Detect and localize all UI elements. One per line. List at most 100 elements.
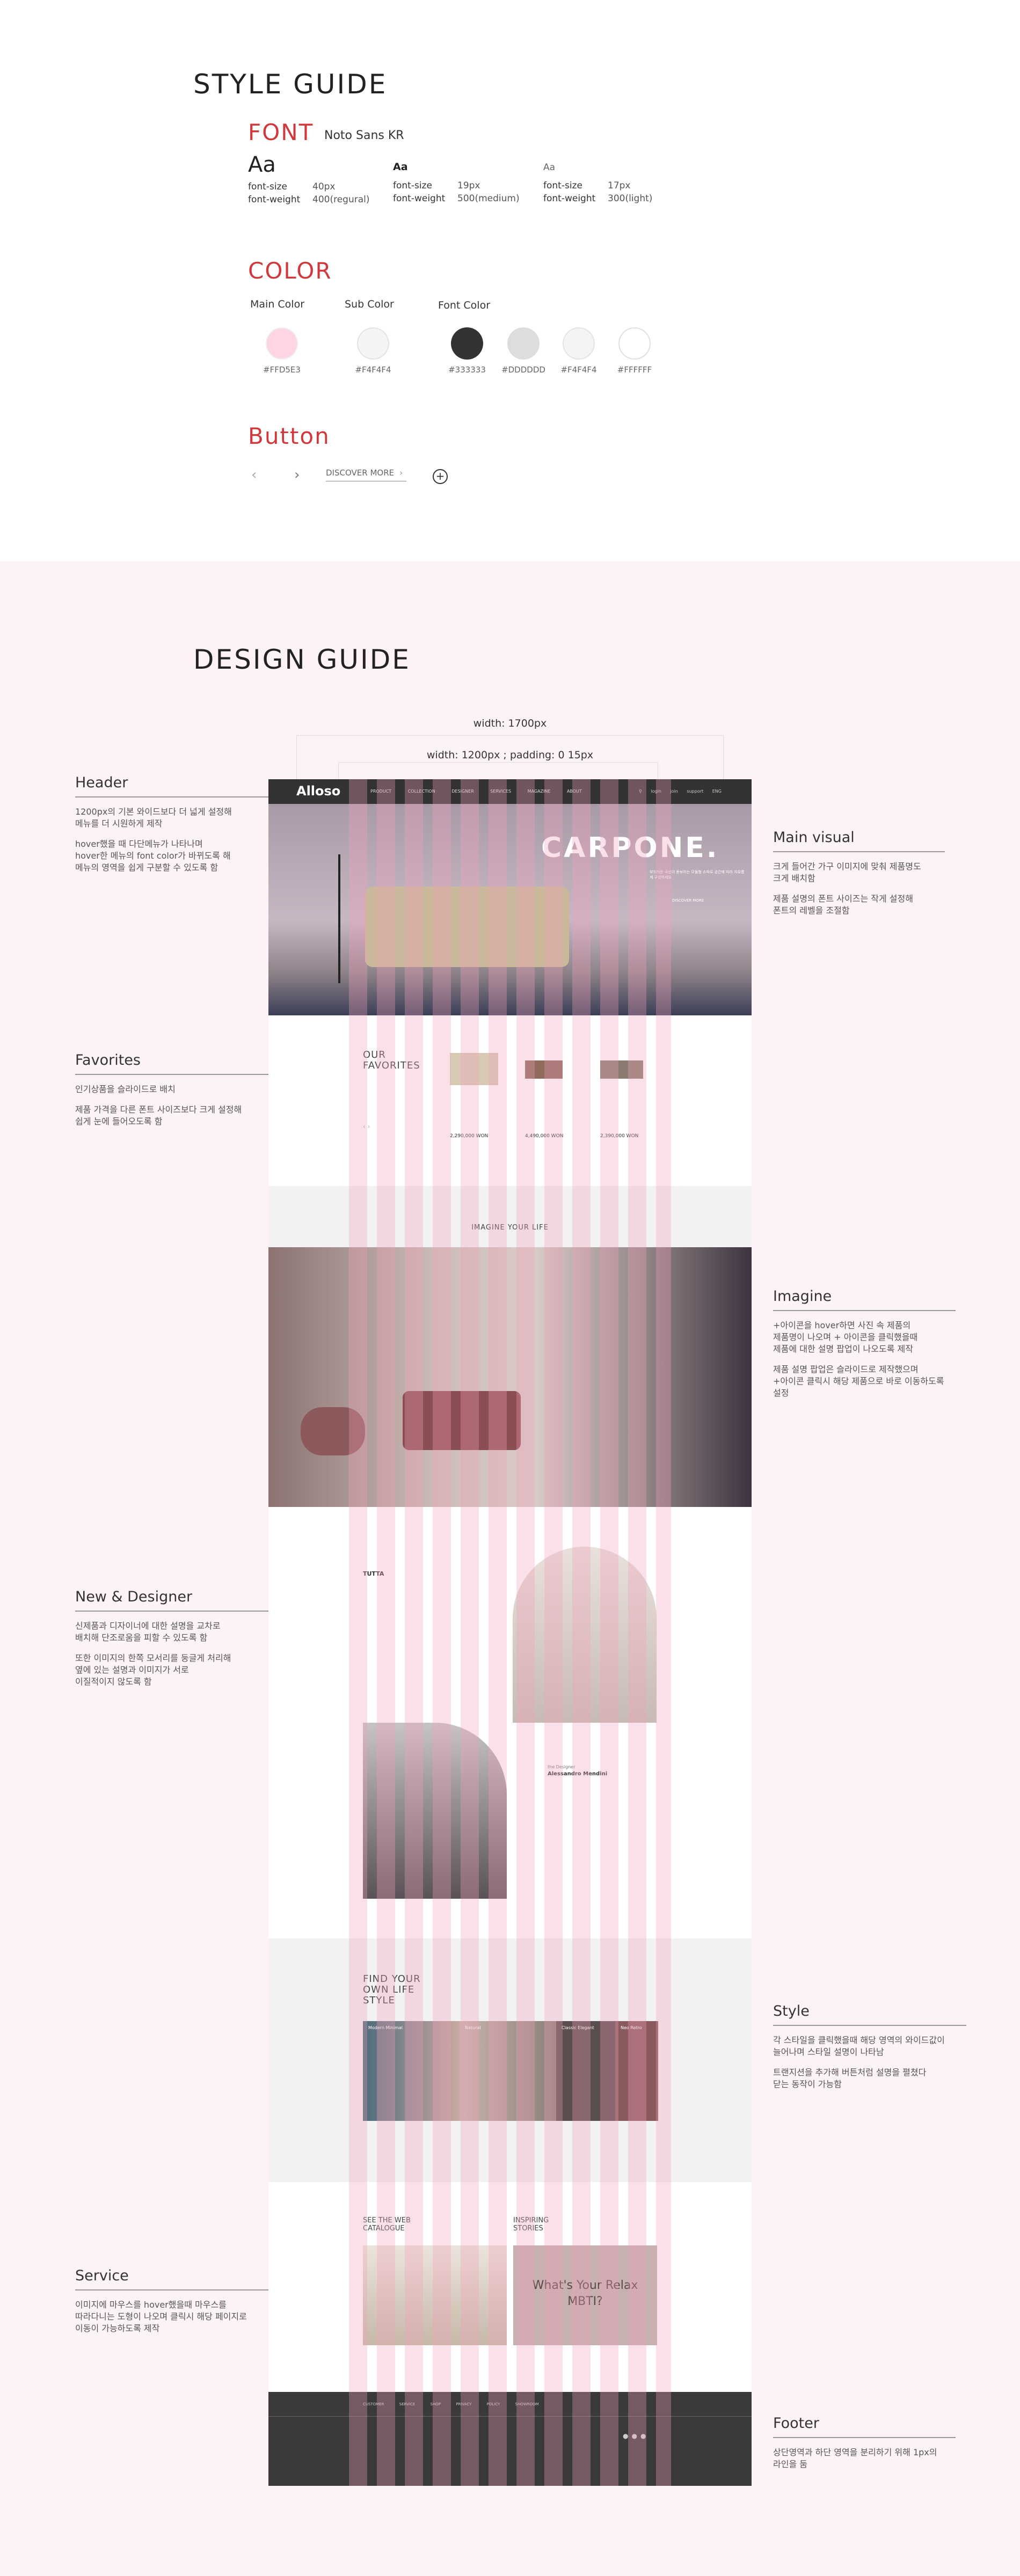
footer-nav[interactable]: CUSTOMER SERVICE SHOP PRIVACY POLICY SHO… (363, 2402, 539, 2406)
favorite-product-image[interactable] (600, 1060, 643, 1079)
lamp-illustration (338, 854, 340, 983)
chevron-right-icon[interactable]: › (294, 467, 300, 483)
site-util-nav[interactable]: ⚲ login join support ENG (639, 789, 722, 794)
catalogue-image[interactable] (363, 2245, 507, 2345)
annotation-main-visual: Main visual 크게 들어간 가구 이미지에 맞춰 제품명도 크게 배치… (773, 829, 966, 917)
favorites-title: OUR FAVORITES (363, 1049, 420, 1071)
favorite-product-image[interactable] (450, 1053, 498, 1085)
annotation-line: 늘어나며 스타일 설명이 나타남 (773, 2047, 884, 2057)
annotation-text: 상단영역과 하단 영역을 분리하기 위해 1px의 라인을 둠 (773, 2447, 966, 2470)
nav-item[interactable]: ABOUT (567, 789, 582, 794)
new-product-image[interactable] (513, 1547, 657, 1723)
annotation-divider (75, 796, 268, 797)
hero-description: 부드러운 곡선이 돋보이는 모듈형 소파로 공간에 따라 자유롭게 구성하세요 (650, 870, 745, 880)
hero-discover-button[interactable]: DISCOVER MORE (672, 898, 704, 903)
util-link[interactable]: login (651, 789, 661, 794)
annotation-text: 인기상품을 슬라이드로 배치 제품 가격을 다른 폰트 사이즈보다 크게 설정해… (75, 1084, 268, 1128)
footer-link[interactable]: CUSTOMER SERVICE (363, 2402, 415, 2406)
button-heading: Button (248, 423, 330, 449)
font-sample-aa: Aa (543, 162, 556, 173)
annotation-line: 크게 배치함 (773, 873, 815, 883)
annotation-text: 1200px의 기본 와이드보다 더 넓게 설정해 메뉴를 더 시원하게 제작 … (75, 806, 268, 874)
annotation-new-designer: New & Designer 신제품과 디자이너에 대한 설명을 교차로 배치해… (75, 1589, 268, 1688)
site-nav[interactable]: PRODUCT COLLECTION DESIGNER SERVICES MAG… (370, 789, 582, 794)
imagine-room-image (268, 1247, 752, 1507)
footer-link[interactable]: PRIVACY POLICY (456, 2402, 500, 2406)
style-card[interactable] (363, 2021, 460, 2121)
mbti-text: What's Your Relax MBTI? (532, 2279, 638, 2308)
nav-item[interactable]: COLLECTION (408, 789, 435, 794)
footer-link[interactable]: SHOWROOM (515, 2402, 539, 2406)
annotation-text: 크게 들어간 가구 이미지에 맞춰 제품명도 크게 배치함 제품 설명의 폰트 … (773, 861, 966, 917)
annotation-divider (75, 1074, 268, 1075)
util-link[interactable]: ENG (712, 789, 722, 794)
font-sample-regular: Aa font-size 40px font-weight 400(regural) (248, 152, 369, 206)
style-card[interactable] (460, 2021, 556, 2121)
font-family-name: Noto Sans KR (324, 129, 404, 142)
nav-item[interactable]: SERVICES (490, 789, 511, 794)
annotation-imagine: Imagine +아이콘을 hover하면 사진 속 제품의 제품명이 나오며 … (773, 1288, 966, 1399)
style-card[interactable] (556, 2021, 615, 2121)
annotation-line: 제품 설명 팝업은 슬라이드로 제작했으며 (773, 1364, 919, 1374)
discover-more-button[interactable]: DISCOVER MORE › (326, 468, 406, 481)
favorites-prev-icon[interactable]: ‹ › (363, 1123, 370, 1130)
annotation-line: 이질적이지 않도록 함 (75, 1677, 152, 1687)
imagine-chair[interactable] (301, 1407, 365, 1455)
search-icon[interactable]: ⚲ (639, 789, 642, 794)
spec-value: 17px (608, 180, 631, 191)
imagine-sofa[interactable] (403, 1391, 521, 1450)
annotation-title: Service (75, 2267, 129, 2284)
site-logo[interactable]: Alloso (296, 784, 340, 799)
chevron-left-icon[interactable]: ‹ (251, 467, 257, 483)
util-link[interactable]: join (670, 789, 677, 794)
annotation-line: 닫는 동작이 가능함 (773, 2079, 842, 2089)
swatch-sub (357, 327, 389, 360)
annotation-service: Service 이미지에 마우스를 hover했을때 마우스를 따라다니는 도형… (75, 2267, 268, 2334)
annotation-divider (773, 2025, 966, 2026)
style-card[interactable] (615, 2021, 658, 2121)
annotation-line: 제품에 대한 설명 팝업이 나오도록 제작 (773, 1344, 913, 1354)
style-card-label: Classic Elegant (562, 2025, 594, 2030)
annotation-line: 신제품과 디자이너에 대한 설명을 교차로 (75, 1621, 221, 1631)
spec-label: font-weight (248, 194, 301, 205)
style-card-label: Modern Minimal (368, 2025, 403, 2030)
style-card-label: Neo Retro (621, 2025, 642, 2030)
favorite-price: 2,290,000 WON (450, 1133, 489, 1139)
annotation-line: 제품명이 나오며 + 아이콘을 클릭했을때 (773, 1332, 918, 1342)
footer-link[interactable]: SHOP (431, 2402, 441, 2406)
swatch-hex: #FFFFFF (617, 365, 652, 375)
annotation-divider (773, 1310, 956, 1311)
color-heading: COLOR (248, 258, 332, 284)
width-inner-label: width: 1200px ; padding: 0 15px (426, 749, 594, 761)
hero-title: CARPONE. (541, 832, 719, 864)
favorite-product-image[interactable] (525, 1060, 563, 1079)
main-color-label: Main Color (250, 298, 305, 310)
social-icons[interactable]: ●●● (623, 2432, 649, 2440)
annotation-line: 쉽게 눈에 들어오도록 함 (75, 1116, 163, 1126)
favorite-price: 2,390,000 WON (600, 1133, 639, 1139)
annotation-title: New & Designer (75, 1589, 193, 1605)
spec-value: 300(light) (608, 193, 653, 204)
font-heading: FONT (248, 119, 314, 145)
designer-portrait (363, 1723, 507, 1899)
style-guide-title: STYLE GUIDE (193, 69, 388, 100)
nav-item[interactable]: PRODUCT (370, 789, 391, 794)
util-link[interactable]: support (687, 789, 703, 794)
annotation-line: 설정 (773, 1388, 789, 1398)
plus-circle-icon[interactable]: + (433, 469, 448, 484)
swatch-main (266, 327, 298, 360)
annotation-line: 배치해 단조로움을 피할 수 있도록 함 (75, 1633, 208, 1643)
annotation-title: Main visual (773, 829, 855, 846)
nav-item[interactable]: DESIGNER (451, 789, 473, 794)
swatch-hex: #DDDDDD (501, 365, 545, 375)
annotation-line: 또한 이미지의 한쪽 모서리를 둥글게 처리해 (75, 1653, 231, 1663)
nav-item[interactable]: MAGAZINE (528, 789, 551, 794)
annotation-line: 메뉴의 영역을 쉽게 구분할 수 있도록 함 (75, 862, 218, 873)
spec-label: font-size (393, 180, 432, 191)
annotation-line: 트랜지션을 추가해 버튼처럼 설명을 펼쳤다 (773, 2067, 927, 2077)
width-outer-label: width: 1700px (473, 718, 547, 729)
annotation-line: 인기상품을 슬라이드로 배치 (75, 1084, 176, 1094)
annotation-title: Footer (773, 2415, 819, 2432)
new-product-name: TUTTA (363, 1570, 384, 1577)
annotation-line: 이미지에 마우스를 hover했을때 마우스를 (75, 2300, 227, 2310)
